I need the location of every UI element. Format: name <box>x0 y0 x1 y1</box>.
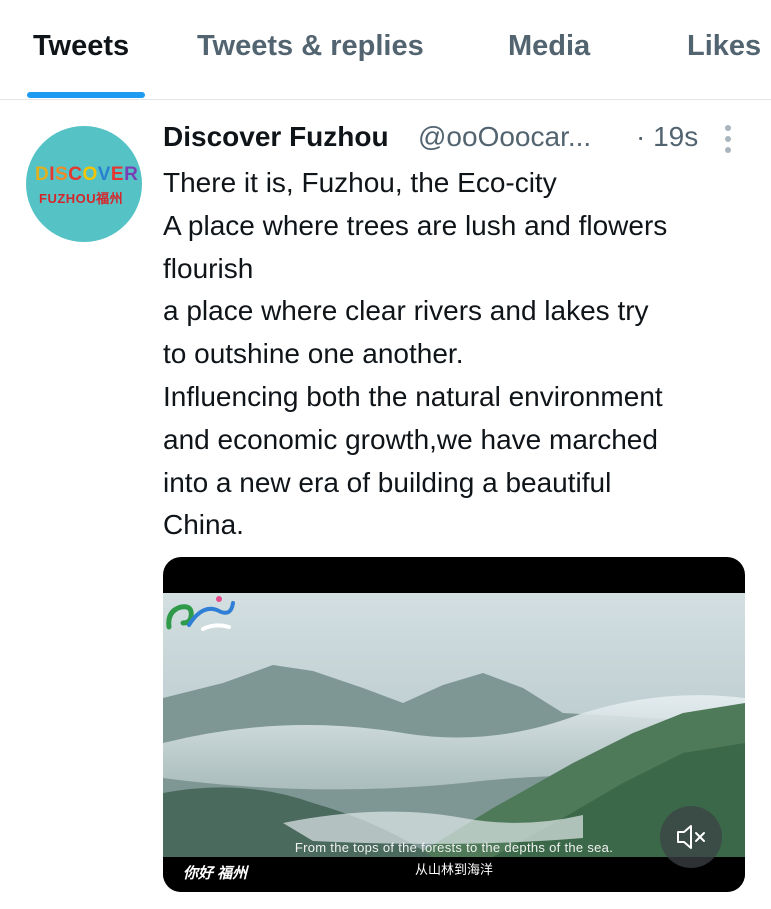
profile-tabs: Tweets Tweets & replies Media Likes <box>0 0 771 100</box>
video-subtitle-english: From the tops of the forests to the dept… <box>294 840 614 855</box>
tweet-text-line: to outshine one another. <box>163 338 464 370</box>
tab-tweets-and-replies[interactable]: Tweets & replies <box>197 30 424 63</box>
avatar[interactable]: DISCOVER FUZHOU福州 <box>26 126 142 242</box>
tweet-text-line: and economic growth,we have marched <box>163 423 658 455</box>
more-vertical-icon[interactable] <box>719 125 737 155</box>
active-tab-indicator <box>27 92 145 98</box>
video-player[interactable]: From the tops of the forests to the dept… <box>163 557 745 892</box>
video-watermark: 你好 福州 <box>183 865 248 882</box>
tweet-timestamp[interactable]: · 19s <box>636 121 698 153</box>
tweet-text-line: China. <box>163 509 244 541</box>
tweet-text-line: a place where clear rivers and lakes try <box>163 295 649 327</box>
tweet-text-line: Influencing both the natural environment <box>163 380 663 412</box>
tweet-text-line: A place where trees are lush and flowers <box>163 209 668 241</box>
tab-likes[interactable]: Likes <box>687 30 761 63</box>
tweet-text: There it is, Fuzhou, the Eco-city A plac… <box>163 162 753 547</box>
avatar-logo-line1: DISCOVER <box>35 164 139 185</box>
video-subtitle-chinese: 从山林到海洋 <box>414 862 493 877</box>
speaker-muted-icon <box>677 825 705 849</box>
author-handle[interactable]: @ooOoocar... <box>418 121 591 153</box>
tab-tweets[interactable]: Tweets <box>33 30 129 63</box>
tweet-header: Discover Fuzhou @ooOoocar... · 19s <box>163 119 763 159</box>
mute-button[interactable] <box>660 806 722 868</box>
video-frame-mountains <box>163 593 745 857</box>
channel-logo-icon <box>166 596 235 631</box>
tweet-text-line: into a new era of building a beautiful <box>163 466 612 498</box>
author-name[interactable]: Discover Fuzhou <box>163 121 389 153</box>
tweet-text-line: There it is, Fuzhou, the Eco-city <box>163 167 557 198</box>
avatar-logo-line2: FUZHOU福州 <box>39 191 124 206</box>
tweet-text-line: flourish <box>163 252 254 284</box>
tab-media[interactable]: Media <box>508 30 590 63</box>
